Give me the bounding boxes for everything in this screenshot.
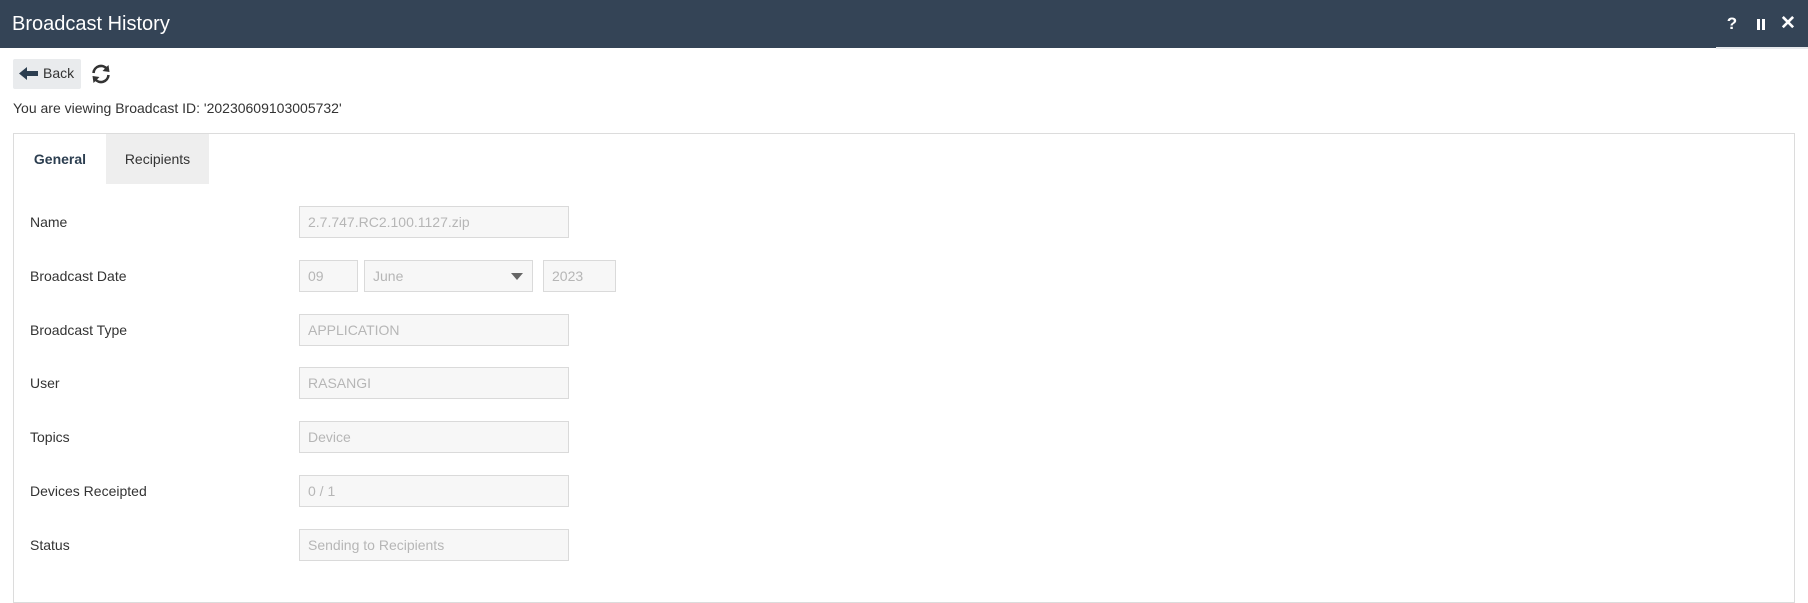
close-button[interactable]: ✕ [1777, 12, 1799, 36]
broadcast-id-info: You are viewing Broadcast ID: '202306091… [13, 100, 342, 116]
broadcast-date-month-value: June [373, 268, 404, 284]
broadcast-date-day-field[interactable]: 09 [299, 260, 358, 292]
topics-field[interactable]: Device [299, 421, 569, 453]
broadcast-type-field[interactable]: APPLICATION [299, 314, 569, 346]
chevron-down-icon [511, 273, 523, 280]
arrow-left-icon [19, 67, 38, 80]
tab-general[interactable]: General [14, 134, 106, 184]
broadcast-type-label: Broadcast Type [30, 322, 128, 338]
status-label: Status [30, 537, 70, 553]
refresh-button[interactable] [89, 62, 113, 86]
topics-label: Topics [30, 429, 70, 445]
refresh-icon [92, 64, 110, 84]
details-panel: General Recipients [13, 133, 1795, 603]
user-label: User [30, 375, 60, 391]
window-title: Broadcast History [12, 13, 170, 35]
back-button-label: Back [43, 65, 75, 81]
pause-icon [1756, 14, 1766, 33]
back-button[interactable]: Back [13, 59, 81, 89]
broadcast-date-label: Broadcast Date [30, 268, 127, 284]
user-field[interactable]: RASANGI [299, 367, 569, 399]
status-field[interactable]: Sending to Recipients [299, 529, 569, 561]
tab-recipients[interactable]: Recipients [106, 134, 209, 184]
broadcast-date-year-field[interactable]: 2023 [543, 260, 616, 292]
help-button[interactable]: ? [1721, 12, 1743, 36]
titlebar-divider [1716, 47, 1808, 49]
devices-receipted-field[interactable]: 0 / 1 [299, 475, 569, 507]
devices-receipted-label: Devices Receipted [30, 483, 147, 499]
pause-button[interactable] [1750, 12, 1772, 36]
window-titlebar: Broadcast History ? ✕ [0, 0, 1808, 49]
name-field[interactable]: 2.7.747.RC2.100.1127.zip [299, 206, 569, 238]
name-label: Name [30, 214, 68, 230]
broadcast-date-month-select[interactable]: June [364, 260, 533, 292]
